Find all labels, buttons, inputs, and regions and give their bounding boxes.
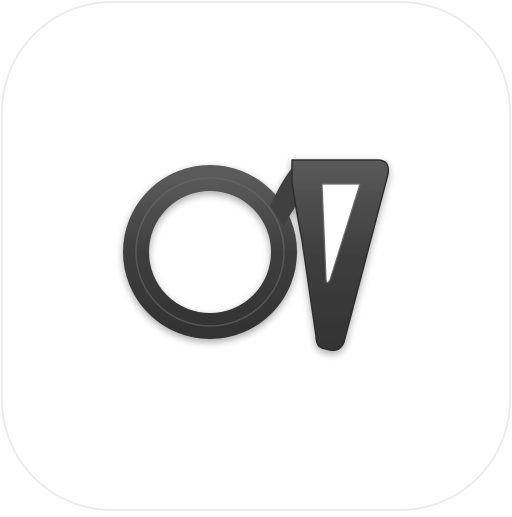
icon-tile-background [1, 1, 511, 511]
app-icon-tile [0, 0, 512, 512]
app-icon-graphic [1, 1, 511, 511]
